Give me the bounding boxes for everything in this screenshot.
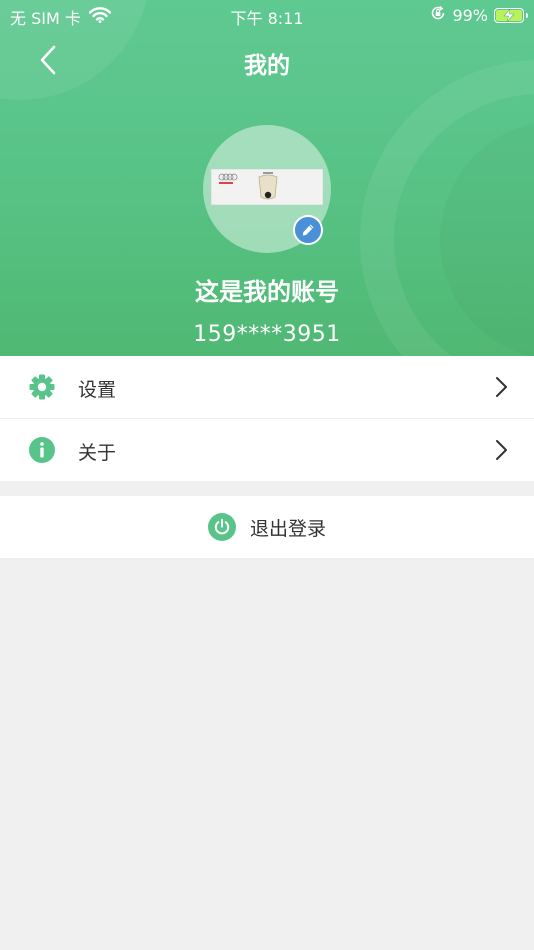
avatar-image [211, 169, 323, 205]
battery-charging-icon [494, 7, 528, 23]
profile-header: 无 SIM 卡 下午 8:11 99% 我的 这是我的账号 159****395… [0, 0, 534, 356]
page-title: 我的 [244, 53, 290, 79]
account-name: 这是我的账号 [195, 278, 339, 306]
status-bar: 无 SIM 卡 下午 8:11 99% [0, 0, 534, 30]
power-icon [207, 513, 236, 541]
battery-percent: 99% [452, 5, 488, 25]
info-icon [28, 436, 56, 464]
pencil-icon [302, 224, 314, 236]
orientation-lock-icon [430, 5, 446, 25]
menu-label-about: 关于 [78, 442, 117, 464]
menu-item-about[interactable]: 关于 [0, 418, 534, 481]
menu-item-settings[interactable]: 设置 [0, 356, 534, 418]
chevron-right-icon [496, 377, 507, 397]
navigation-bar: 我的 [0, 36, 534, 84]
gear-icon [28, 373, 56, 401]
avatar-container[interactable] [203, 125, 331, 253]
logout-label: 退出登录 [249, 517, 326, 540]
edit-avatar-button[interactable] [293, 215, 323, 245]
menu-label-settings: 设置 [78, 379, 117, 401]
logout-button[interactable]: 退出登录 [0, 496, 534, 558]
account-phone: 159****3951 [193, 322, 341, 347]
chevron-right-icon [496, 440, 507, 460]
menu-list: 设置 关于 [0, 356, 534, 481]
